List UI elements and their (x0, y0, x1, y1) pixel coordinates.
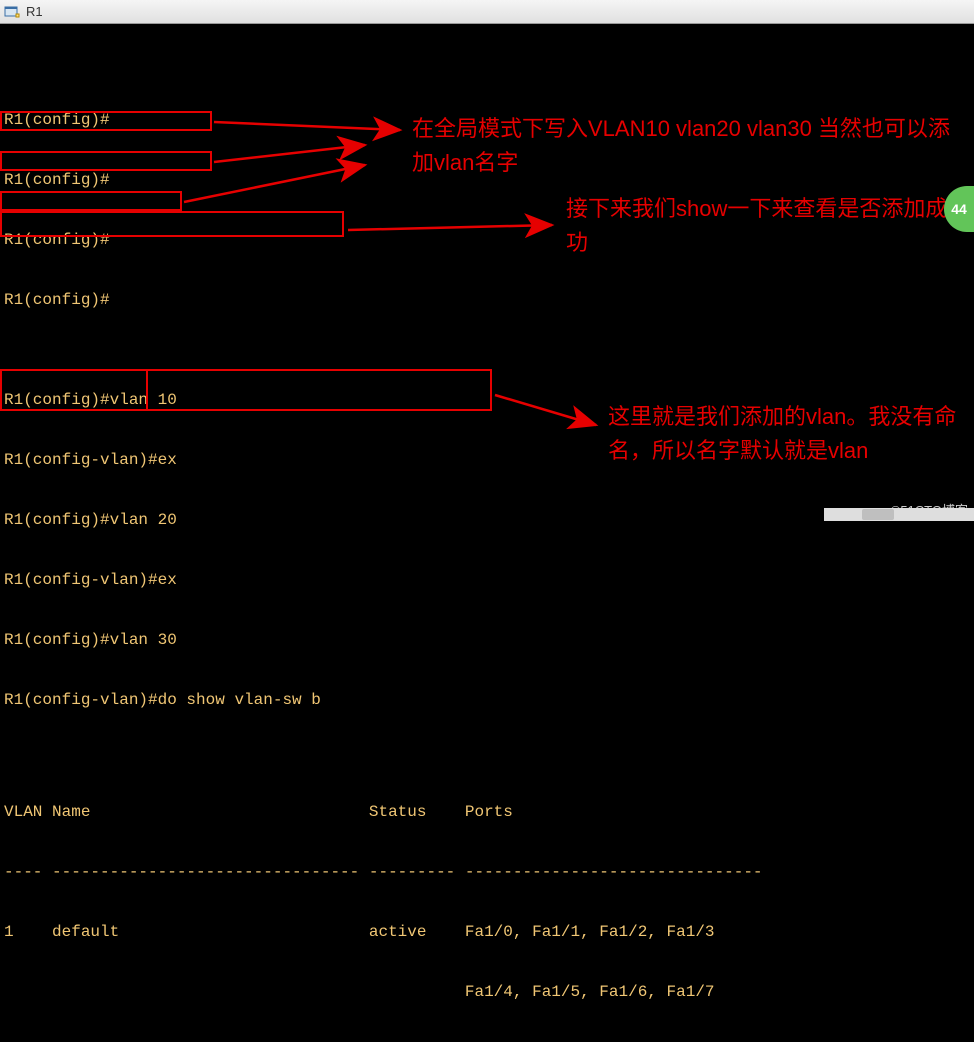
prompt-line: R1(config)# (4, 170, 970, 190)
window-titlebar[interactable]: R1 (0, 0, 974, 24)
putty-icon (4, 4, 20, 20)
cmd-vlan30: R1(config)#vlan 30 (4, 630, 970, 650)
blank-line (4, 750, 970, 762)
badge-value: 44 (951, 201, 967, 217)
table-row: Fa1/4, Fa1/5, Fa1/6, Fa1/7 (4, 982, 970, 1002)
scroll-thumb[interactable] (862, 509, 894, 520)
prompt-line: R1(config)# (4, 230, 970, 250)
prompt-line: R1(config)# (4, 290, 970, 310)
terminal-output[interactable]: R1(config)# R1(config)# R1(config)# R1(c… (0, 24, 974, 1042)
cmd-vlan10: R1(config)#vlan 10 (4, 390, 970, 410)
window-title: R1 (26, 4, 43, 19)
cmd-ex: R1(config-vlan)#ex (4, 570, 970, 590)
table-divider: ---- -------------------------------- --… (4, 862, 970, 882)
prompt-line: R1(config)# (4, 110, 970, 130)
cmd-ex: R1(config-vlan)#ex (4, 450, 970, 470)
table-header: VLAN Name Status Ports (4, 802, 970, 822)
horizontal-scrollbar[interactable] (824, 508, 974, 521)
table-row: 1 default active Fa1/0, Fa1/1, Fa1/2, Fa… (4, 922, 970, 942)
cmd-show: R1(config-vlan)#do show vlan-sw b (4, 690, 970, 710)
